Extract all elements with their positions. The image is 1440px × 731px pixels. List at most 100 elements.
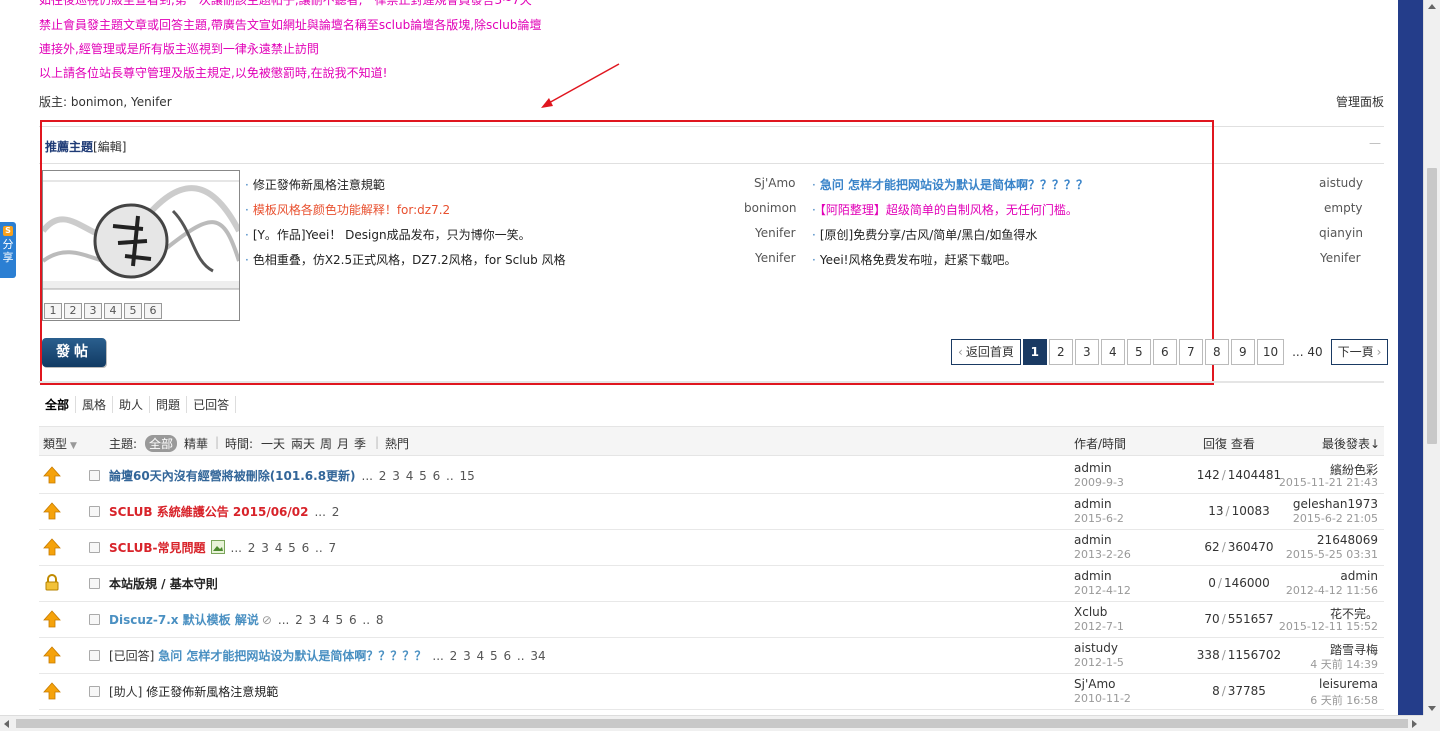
- recommend-item[interactable]: · [Y。作品]Yeei！ Design成品发布，只为博你一笑。: [245, 226, 531, 243]
- recommend-item-title[interactable]: 【阿陌整理】超级简单的自制风格，无任何门槛。: [820, 203, 1078, 217]
- next-page-button[interactable]: 下一頁 ›: [1330, 339, 1389, 365]
- moderator-list[interactable]: 版主: bonimon, Yenifer: [39, 93, 172, 110]
- hot-filter[interactable]: 熱門: [385, 435, 409, 452]
- admin-panel-link[interactable]: 管理面板: [1336, 93, 1384, 110]
- last-post-time[interactable]: 2015-5-25 03:31: [1286, 548, 1378, 561]
- subject-digest-filter[interactable]: 精華: [184, 435, 208, 452]
- thread-row[interactable]: SCLUB 系統維護公告 2015/06/02 ... 2 admin 2015-…: [39, 494, 1384, 530]
- slide-page[interactable]: 5: [124, 303, 142, 319]
- last-post-user[interactable]: geleshan1973: [1293, 497, 1378, 511]
- last-post-time[interactable]: 6 天前 16:58: [1310, 692, 1378, 708]
- page-link[interactable]: 7: [1178, 339, 1203, 365]
- subject-all-filter[interactable]: 全部: [145, 435, 178, 452]
- last-post-time[interactable]: 2012-4-12 11:56: [1286, 584, 1378, 597]
- last-post-time[interactable]: 2015-6-2 21:05: [1293, 512, 1378, 525]
- filter-tab-answered[interactable]: 已回答: [187, 396, 237, 413]
- recommend-item-title[interactable]: [原创]免费分享/古风/简单/黑白/如鱼得水: [820, 228, 1038, 242]
- thread-row[interactable]: 論壇60天內沒有經營將被刪除(101.6.8更新) ... 2 3 4 5 6 .…: [39, 458, 1384, 494]
- recommend-item-title[interactable]: [Y。作品]Yeei！ Design成品发布，只为博你一笑。: [253, 228, 531, 242]
- scroll-down-icon[interactable]: [1428, 706, 1436, 711]
- recommend-item[interactable]: · Yeei!风格免费发布啦，赶紧下载吧。: [812, 251, 1016, 268]
- thread-checkbox[interactable]: [89, 542, 100, 553]
- thread-prefix[interactable]: [助人]: [109, 685, 142, 699]
- vertical-scroll-thumb[interactable]: [1427, 168, 1437, 444]
- thread-title[interactable]: Discuz-7.x 默认模板 解说: [109, 613, 259, 627]
- recommend-slideshow[interactable]: 1 2 3 4 5 6: [42, 170, 240, 321]
- type-filter[interactable]: 類型 ▼: [43, 435, 77, 452]
- slide-page[interactable]: 1: [44, 303, 62, 319]
- time-filter-day[interactable]: 一天: [261, 435, 285, 452]
- thread-title[interactable]: SCLUB-常見問題: [109, 541, 206, 555]
- thread-checkbox[interactable]: [89, 614, 100, 625]
- thread-author[interactable]: aistudy: [1074, 641, 1118, 655]
- recommend-item[interactable]: · 模板风格各颜色功能解释！for:dz7.2: [245, 201, 450, 218]
- filter-tab-all[interactable]: 全部: [39, 396, 77, 413]
- thread-row[interactable]: Discuz-7.x 默认模板 解说 ⊘ ... 2 3 4 5 6 .. 8 Xc…: [39, 602, 1384, 638]
- recommend-item-author[interactable]: Yenifer: [755, 251, 796, 265]
- share-tab[interactable]: S 分享: [0, 222, 16, 278]
- time-filter-month[interactable]: 月: [337, 435, 349, 452]
- recommend-item-author[interactable]: Sj'Amo: [754, 176, 796, 190]
- recommend-item[interactable]: · 急问 怎样才能把网站设为默认是简体啊？？？？？: [812, 176, 1088, 193]
- last-post-time[interactable]: 2015-12-11 15:52: [1279, 620, 1378, 633]
- slide-page[interactable]: 2: [64, 303, 82, 319]
- recommend-item-author[interactable]: qianyin: [1319, 226, 1363, 240]
- vertical-scrollbar[interactable]: [1423, 0, 1440, 715]
- thread-prefix[interactable]: [已回答]: [109, 649, 154, 663]
- thread-title[interactable]: 本站版規 / 基本守則: [109, 577, 218, 591]
- page-link[interactable]: 6: [1152, 339, 1177, 365]
- recommend-item-author[interactable]: Yenifer: [1320, 251, 1361, 265]
- recommend-item[interactable]: · 修正發佈新風格注意規範: [245, 176, 385, 193]
- thread-row[interactable]: [助人] 修正發佈新風格注意規範 Sj'Amo 2010-11-2 8/3778…: [39, 674, 1384, 710]
- page-link[interactable]: 2: [1048, 339, 1073, 365]
- thread-author[interactable]: Xclub: [1074, 605, 1107, 619]
- thread-checkbox[interactable]: [89, 578, 100, 589]
- last-post-time[interactable]: 4 天前 14:39: [1310, 656, 1378, 672]
- last-post-time[interactable]: 2015-11-21 21:43: [1279, 476, 1378, 489]
- recommend-item[interactable]: · 色相重叠，仿X2.5正式风格，DZ7.2风格，for Sclub 风格: [245, 251, 566, 268]
- thread-title[interactable]: 論壇60天內沒有經營將被刪除(101.6.8更新): [109, 469, 356, 483]
- scroll-right-icon[interactable]: [1412, 720, 1417, 728]
- thread-pages[interactable]: ... 2 3 4 5 6 .. 15: [362, 469, 475, 483]
- time-filter-week[interactable]: 周: [320, 435, 332, 452]
- thread-author[interactable]: admin: [1074, 533, 1112, 547]
- recommend-item-author[interactable]: empty: [1324, 201, 1363, 215]
- page-link-last[interactable]: ... 40: [1286, 339, 1329, 365]
- horizontal-scroll-thumb[interactable]: [16, 719, 1408, 728]
- slide-page[interactable]: 3: [84, 303, 102, 319]
- slide-page[interactable]: 6: [144, 303, 162, 319]
- last-post-user[interactable]: 21648069: [1317, 533, 1378, 547]
- thread-checkbox[interactable]: [89, 470, 100, 481]
- recommend-item[interactable]: · 【阿陌整理】超级简单的自制风格，无任何门槛。: [812, 201, 1078, 218]
- thread-checkbox[interactable]: [89, 686, 100, 697]
- last-post-header[interactable]: 最後發表↓: [1322, 435, 1380, 452]
- page-link-current[interactable]: 1: [1022, 339, 1047, 365]
- filter-tab-help[interactable]: 助人: [113, 396, 151, 413]
- thread-title[interactable]: 修正發佈新風格注意規範: [146, 685, 278, 699]
- new-post-button[interactable]: 發帖: [42, 338, 106, 367]
- recommend-item-title[interactable]: 修正發佈新風格注意規範: [253, 178, 385, 192]
- recommend-item-author[interactable]: bonimon: [744, 201, 797, 215]
- thread-row[interactable]: SCLUB-常見問題 ... 2 3 4 5 6 .. 7 admin 2013-…: [39, 530, 1384, 566]
- filter-tab-style[interactable]: 風格: [76, 396, 114, 413]
- thread-author[interactable]: admin: [1074, 569, 1112, 583]
- thread-author[interactable]: admin: [1074, 497, 1112, 511]
- page-link[interactable]: 4: [1100, 339, 1125, 365]
- page-link[interactable]: 5: [1126, 339, 1151, 365]
- recommend-item-author[interactable]: Yenifer: [755, 226, 796, 240]
- last-post-user[interactable]: admin: [1340, 569, 1378, 583]
- page-link[interactable]: 3: [1074, 339, 1099, 365]
- recommend-item-title[interactable]: Yeei!风格免费发布啦，赶紧下载吧。: [820, 253, 1017, 267]
- thread-checkbox[interactable]: [89, 650, 100, 661]
- scroll-up-icon[interactable]: [1428, 4, 1436, 9]
- reply-view-header[interactable]: 回復 查看: [1203, 435, 1255, 452]
- slide-page[interactable]: 4: [104, 303, 122, 319]
- thread-row[interactable]: 本站版規 / 基本守則 admin 2012-4-12 0/146000 adm…: [39, 566, 1384, 602]
- author-time-header[interactable]: 作者/時間: [1074, 435, 1126, 452]
- page-link[interactable]: 8: [1204, 339, 1229, 365]
- recommend-edit-link[interactable]: [編輯]: [93, 140, 126, 154]
- thread-title[interactable]: SCLUB 系統維護公告 2015/06/02: [109, 505, 308, 519]
- thread-author[interactable]: Sj'Amo: [1074, 677, 1116, 691]
- thread-pages[interactable]: ... 2: [314, 505, 339, 519]
- recommend-item-title[interactable]: 色相重叠，仿X2.5正式风格，DZ7.2风格，for Sclub 风格: [253, 253, 566, 267]
